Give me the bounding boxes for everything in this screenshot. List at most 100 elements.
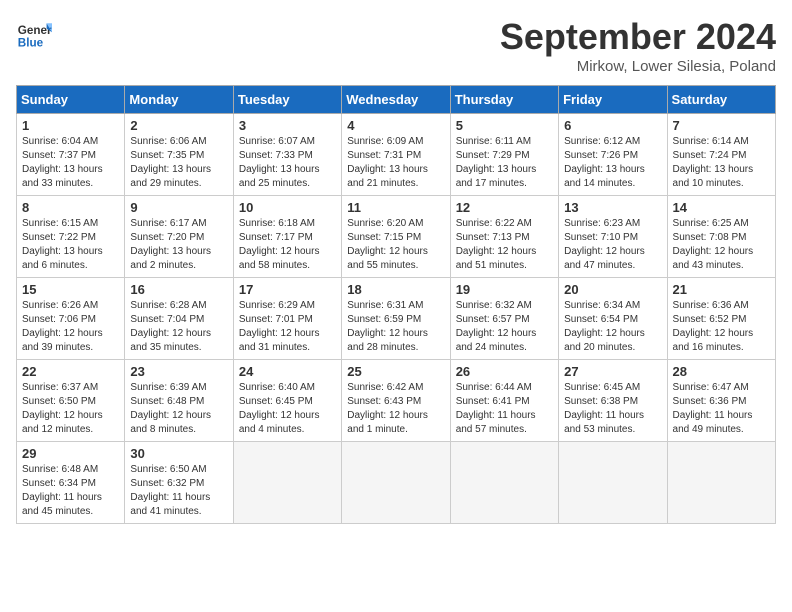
day-info: Sunrise: 6:45 AM Sunset: 6:38 PM Dayligh… (564, 381, 661, 437)
day-info: Sunrise: 6:04 AM Sunset: 7:37 PM Dayligh… (22, 135, 119, 191)
location-title: Mirkow, Lower Silesia, Poland (500, 58, 776, 75)
day-info: Sunrise: 6:11 AM Sunset: 7:29 PM Dayligh… (456, 135, 553, 191)
calendar-cell (450, 442, 558, 524)
day-number: 5 (456, 118, 553, 133)
calendar-week-row: 8 Sunrise: 6:15 AM Sunset: 7:22 PM Daylig… (17, 196, 776, 278)
calendar-cell: 6 Sunrise: 6:12 AM Sunset: 7:26 PM Daylig… (559, 114, 667, 196)
calendar-cell: 15 Sunrise: 6:26 AM Sunset: 7:06 PM Dayli… (17, 278, 125, 360)
weekday-header-friday: Friday (559, 86, 667, 114)
day-info: Sunrise: 6:37 AM Sunset: 6:50 PM Dayligh… (22, 381, 119, 437)
day-info: Sunrise: 6:26 AM Sunset: 7:06 PM Dayligh… (22, 299, 119, 355)
calendar-cell (667, 442, 775, 524)
day-info: Sunrise: 6:20 AM Sunset: 7:15 PM Dayligh… (347, 217, 444, 273)
page-header: General Blue September 2024 Mirkow, Lowe… (16, 16, 776, 75)
weekday-header-monday: Monday (125, 86, 233, 114)
day-number: 8 (22, 200, 119, 215)
day-number: 29 (22, 446, 119, 461)
calendar-table: SundayMondayTuesdayWednesdayThursdayFrid… (16, 85, 776, 524)
day-info: Sunrise: 6:48 AM Sunset: 6:34 PM Dayligh… (22, 463, 119, 519)
weekday-header-thursday: Thursday (450, 86, 558, 114)
weekday-header-wednesday: Wednesday (342, 86, 450, 114)
day-info: Sunrise: 6:25 AM Sunset: 7:08 PM Dayligh… (673, 217, 770, 273)
day-number: 10 (239, 200, 336, 215)
day-number: 18 (347, 282, 444, 297)
title-block: September 2024 Mirkow, Lower Silesia, Po… (500, 16, 776, 75)
day-number: 2 (130, 118, 227, 133)
calendar-cell: 23 Sunrise: 6:39 AM Sunset: 6:48 PM Dayli… (125, 360, 233, 442)
calendar-cell: 16Sunrise: 6:28 AM Sunset: 7:04 PM Dayli… (125, 278, 233, 360)
day-info: Sunrise: 6:44 AM Sunset: 6:41 PM Dayligh… (456, 381, 553, 437)
day-info: Sunrise: 6:50 AM Sunset: 6:32 PM Dayligh… (130, 463, 227, 519)
day-number: 4 (347, 118, 444, 133)
weekday-header-sunday: Sunday (17, 86, 125, 114)
calendar-week-row: 1 Sunrise: 6:04 AM Sunset: 7:37 PM Daylig… (17, 114, 776, 196)
calendar-week-row: 29 Sunrise: 6:48 AM Sunset: 6:34 PM Dayli… (17, 442, 776, 524)
calendar-cell: 28 Sunrise: 6:47 AM Sunset: 6:36 PM Dayli… (667, 360, 775, 442)
day-info: Sunrise: 6:22 AM Sunset: 7:13 PM Dayligh… (456, 217, 553, 273)
calendar-cell: 27Sunrise: 6:45 AM Sunset: 6:38 PM Dayli… (559, 360, 667, 442)
calendar-cell: 24 Sunrise: 6:40 AM Sunset: 6:45 PM Dayli… (233, 360, 341, 442)
calendar-cell: 20 Sunrise: 6:34 AM Sunset: 6:54 PM Dayli… (559, 278, 667, 360)
calendar-week-row: 22 Sunrise: 6:37 AM Sunset: 6:50 PM Dayli… (17, 360, 776, 442)
day-info: Sunrise: 6:06 AM Sunset: 7:35 PM Dayligh… (130, 135, 227, 191)
day-info: Sunrise: 6:39 AM Sunset: 6:48 PM Dayligh… (130, 381, 227, 437)
day-info: Sunrise: 6:31 AM Sunset: 6:59 PM Dayligh… (347, 299, 444, 355)
day-number: 25 (347, 364, 444, 379)
calendar-cell: 22 Sunrise: 6:37 AM Sunset: 6:50 PM Dayli… (17, 360, 125, 442)
calendar-cell: 25 Sunrise: 6:42 AM Sunset: 6:43 PM Dayli… (342, 360, 450, 442)
day-number: 6 (564, 118, 661, 133)
calendar-cell: 1 Sunrise: 6:04 AM Sunset: 7:37 PM Daylig… (17, 114, 125, 196)
day-number: 14 (673, 200, 770, 215)
day-number: 20 (564, 282, 661, 297)
calendar-cell: 9Sunrise: 6:17 AM Sunset: 7:20 PM Daylig… (125, 196, 233, 278)
day-info: Sunrise: 6:34 AM Sunset: 6:54 PM Dayligh… (564, 299, 661, 355)
calendar-cell: 2 Sunrise: 6:06 AM Sunset: 7:35 PM Daylig… (125, 114, 233, 196)
calendar-cell: 29 Sunrise: 6:48 AM Sunset: 6:34 PM Dayli… (17, 442, 125, 524)
calendar-cell: 30 Sunrise: 6:50 AM Sunset: 6:32 PM Dayli… (125, 442, 233, 524)
calendar-cell: 21Sunrise: 6:36 AM Sunset: 6:52 PM Dayli… (667, 278, 775, 360)
calendar-cell: 26 Sunrise: 6:44 AM Sunset: 6:41 PM Dayli… (450, 360, 558, 442)
day-number: 28 (673, 364, 770, 379)
day-number: 7 (673, 118, 770, 133)
day-info: Sunrise: 6:12 AM Sunset: 7:26 PM Dayligh… (564, 135, 661, 191)
calendar-cell: 12 Sunrise: 6:22 AM Sunset: 7:13 PM Dayli… (450, 196, 558, 278)
day-info: Sunrise: 6:42 AM Sunset: 6:43 PM Dayligh… (347, 381, 444, 437)
calendar-cell: 13 Sunrise: 6:23 AM Sunset: 7:10 PM Dayli… (559, 196, 667, 278)
day-number: 11 (347, 200, 444, 215)
weekday-header-row: SundayMondayTuesdayWednesdayThursdayFrid… (17, 86, 776, 114)
day-number: 12 (456, 200, 553, 215)
day-info: Sunrise: 6:14 AM Sunset: 7:24 PM Dayligh… (673, 135, 770, 191)
day-info: Sunrise: 6:40 AM Sunset: 6:45 PM Dayligh… (239, 381, 336, 437)
day-info: Sunrise: 6:07 AM Sunset: 7:33 PM Dayligh… (239, 135, 336, 191)
day-number: 15 (22, 282, 119, 297)
svg-text:Blue: Blue (18, 37, 44, 50)
logo: General Blue (16, 16, 52, 52)
day-number: 21 (673, 282, 770, 297)
day-number: 22 (22, 364, 119, 379)
day-info: Sunrise: 6:29 AM Sunset: 7:01 PM Dayligh… (239, 299, 336, 355)
calendar-cell: 18 Sunrise: 6:31 AM Sunset: 6:59 PM Dayli… (342, 278, 450, 360)
calendar-cell: 3 Sunrise: 6:07 AM Sunset: 7:33 PM Daylig… (233, 114, 341, 196)
calendar-cell (342, 442, 450, 524)
calendar-cell: 8 Sunrise: 6:15 AM Sunset: 7:22 PM Daylig… (17, 196, 125, 278)
day-number: 24 (239, 364, 336, 379)
day-number: 26 (456, 364, 553, 379)
day-info: Sunrise: 6:23 AM Sunset: 7:10 PM Dayligh… (564, 217, 661, 273)
calendar-cell: 10Sunrise: 6:18 AM Sunset: 7:17 PM Dayli… (233, 196, 341, 278)
day-number: 1 (22, 118, 119, 133)
day-info: Sunrise: 6:15 AM Sunset: 7:22 PM Dayligh… (22, 217, 119, 273)
day-info: Sunrise: 6:47 AM Sunset: 6:36 PM Dayligh… (673, 381, 770, 437)
calendar-cell: 19Sunrise: 6:32 AM Sunset: 6:57 PM Dayli… (450, 278, 558, 360)
calendar-week-row: 15 Sunrise: 6:26 AM Sunset: 7:06 PM Dayli… (17, 278, 776, 360)
calendar-cell: 5 Sunrise: 6:11 AM Sunset: 7:29 PM Daylig… (450, 114, 558, 196)
day-number: 3 (239, 118, 336, 133)
calendar-cell: 11 Sunrise: 6:20 AM Sunset: 7:15 PM Dayli… (342, 196, 450, 278)
month-title: September 2024 (500, 16, 776, 58)
weekday-header-tuesday: Tuesday (233, 86, 341, 114)
day-number: 23 (130, 364, 227, 379)
day-info: Sunrise: 6:28 AM Sunset: 7:04 PM Dayligh… (130, 299, 227, 355)
calendar-cell: 14 Sunrise: 6:25 AM Sunset: 7:08 PM Dayli… (667, 196, 775, 278)
day-number: 30 (130, 446, 227, 461)
day-number: 13 (564, 200, 661, 215)
calendar-cell: 17Sunrise: 6:29 AM Sunset: 7:01 PM Dayli… (233, 278, 341, 360)
